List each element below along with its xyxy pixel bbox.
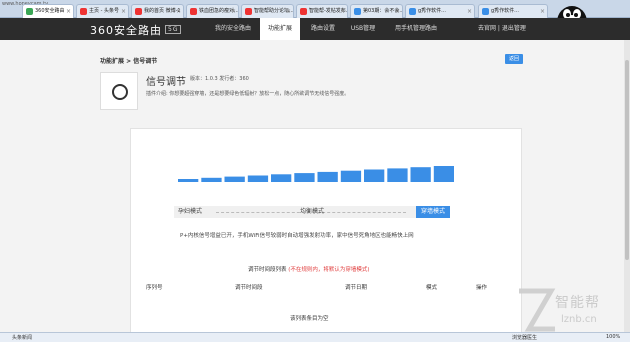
browser-tab[interactable]: 主页 - 头条号 × xyxy=(76,4,129,18)
schedule-list-title: 调节时间段列表 (不在规则内，将默认为穿墙模式) xyxy=(248,267,370,273)
tab-label: g秀作软件... xyxy=(418,8,446,14)
signal-bar xyxy=(387,168,408,182)
nav-item[interactable]: USB管理 xyxy=(344,18,382,40)
plugin-meta: 版本：1.0.3 发行者：360 xyxy=(190,76,249,82)
status-doctor[interactable]: 浏览器医生 xyxy=(512,334,537,341)
tab-label: 主页 - 头条号 xyxy=(89,8,119,14)
back-button[interactable]: 返回 xyxy=(505,54,523,64)
breadcrumb: 功能扩展 > 信号调节 xyxy=(100,58,158,65)
plugin-description: 插件介绍: 你想要超强穿墙，还是想要绿色低辐射？放松一点，随心所欲调节无线信号强… xyxy=(146,91,350,97)
tab-close-icon[interactable]: × xyxy=(467,5,472,18)
tab-favicon-icon xyxy=(26,8,33,15)
nav-item[interactable]: 功能扩展 xyxy=(260,18,300,40)
signal-strength-bars xyxy=(178,166,454,182)
tab-favicon-icon xyxy=(409,8,416,15)
status-news-link[interactable]: 头条新闻 xyxy=(12,334,32,341)
browser-tab[interactable]: 智能帮-发帖发布... × xyxy=(296,4,348,18)
signal-bar xyxy=(271,174,292,182)
tab-close-icon[interactable]: × xyxy=(121,5,126,18)
tab-favicon-icon xyxy=(300,8,307,15)
browser-tab-bar: www.honeycam.tv 360安全路由×主页 - 头条号×我的首页 微博… xyxy=(0,0,630,18)
tab-close-icon[interactable]: × xyxy=(540,5,545,18)
browser-tab[interactable]: 我的首页 微博-1 × xyxy=(131,4,184,18)
signal-knob-icon xyxy=(112,84,128,100)
signal-bar xyxy=(340,170,362,182)
header-right-links[interactable]: 去官网 | 退出管理 xyxy=(478,18,526,40)
nav-item[interactable]: 用手机管理路由 xyxy=(384,18,448,40)
tab-close-icon[interactable]: × xyxy=(286,5,291,18)
browser-status-bar: 头条新闻 浏览器医生 100% xyxy=(0,332,630,342)
nav-item[interactable]: 我的安全路由 xyxy=(206,18,260,40)
col-action: 操作 xyxy=(476,285,488,291)
signal-bar xyxy=(433,166,454,182)
browser-tab[interactable]: g秀作软件... × xyxy=(405,4,475,18)
signal-bar xyxy=(178,179,199,182)
signal-bar xyxy=(294,173,315,182)
router-version-badge: 5G xyxy=(165,25,182,34)
browser-tab[interactable]: 智能帮助分论坛... × xyxy=(241,4,294,18)
col-time-range: 调节时间段 xyxy=(235,285,263,291)
status-zoom[interactable]: 100% xyxy=(606,334,620,340)
router-header: 360安全路由 5G 我的安全路由 功能扩展 路由设置 USB管理 用手机管理路由 去官网… xyxy=(0,18,630,40)
tab-favicon-icon xyxy=(354,8,361,15)
mode-balanced[interactable]: 均衡模式 xyxy=(292,206,332,218)
col-date: 调节日期 xyxy=(345,285,368,291)
tab-close-icon[interactable]: × xyxy=(176,5,181,18)
mode-description: P+内核信号增益已开，手机WiFi信号较弱时自动增强发射功率，家中信号死角地区也… xyxy=(180,233,414,239)
tab-favicon-icon xyxy=(80,8,87,15)
nav-item[interactable]: 路由设置 xyxy=(304,18,342,40)
mode-pregnant[interactable]: 孕妇模式 xyxy=(174,206,206,218)
mode-wall-penetration[interactable]: 穿墙模式 xyxy=(416,206,450,218)
tab-favicon-icon xyxy=(482,8,489,15)
signal-bar xyxy=(317,171,338,182)
tab-favicon-icon xyxy=(135,8,142,15)
tab-close-icon[interactable]: × xyxy=(395,5,400,18)
signal-bar xyxy=(201,177,222,182)
browser-tab[interactable]: 铁血团急的瘦对... × xyxy=(186,4,239,18)
tab-label: g秀作软件... xyxy=(491,8,519,14)
watermark-text: 智能帮 xyxy=(555,295,600,311)
browser-tab[interactable]: g秀作软件... × xyxy=(478,4,548,18)
col-serial: 序列号 xyxy=(146,285,163,291)
signal-bar xyxy=(410,167,431,182)
browser-tab[interactable]: 360安全路由 × xyxy=(22,4,74,18)
signal-bar xyxy=(224,176,245,182)
plugin-title: 信号调节 xyxy=(146,77,186,88)
browser-tab[interactable]: 第03期：会不会... × xyxy=(350,4,403,18)
router-logo: 360安全路由 5G xyxy=(90,22,182,38)
signal-bar xyxy=(247,175,269,182)
tab-favicon-icon xyxy=(245,8,252,15)
schedule-list-note: (不在规则内，将默认为穿墙模式) xyxy=(288,267,370,273)
col-mode: 模式 xyxy=(426,285,438,291)
tab-close-icon[interactable]: × xyxy=(66,5,71,18)
watermark-url: lznb.cn xyxy=(561,314,597,325)
plugin-icon xyxy=(100,72,138,110)
tab-close-icon[interactable]: × xyxy=(231,5,236,18)
empty-list-text: 该列表条目为空 xyxy=(290,316,329,322)
tab-close-icon[interactable]: × xyxy=(340,5,345,18)
signal-bar xyxy=(364,169,385,182)
tab-favicon-icon xyxy=(190,8,197,15)
tab-label: 360安全路由 xyxy=(35,8,65,14)
scrollbar-thumb[interactable] xyxy=(625,60,629,260)
